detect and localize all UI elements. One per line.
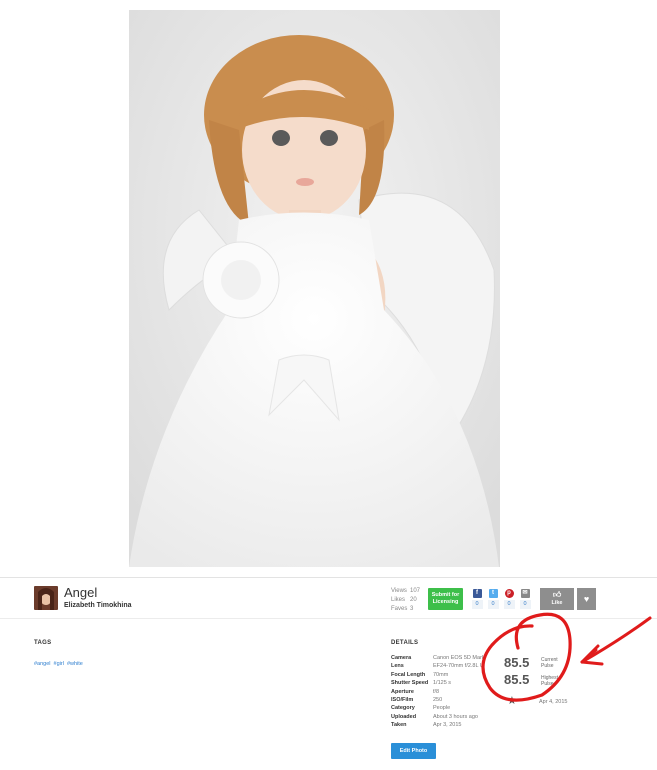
highest-pulse-value: 85.5 — [504, 672, 530, 687]
email-count: 0 — [519, 600, 531, 609]
detail-key: Lens — [391, 663, 404, 670]
current-pulse-value: 85.5 — [504, 655, 530, 670]
tag-link[interactable]: #angel — [34, 661, 51, 667]
divider — [0, 618, 657, 619]
submit-label-line1: Submit for — [431, 592, 460, 598]
detail-key: Uploaded — [391, 713, 417, 720]
faves-count: 3 — [410, 606, 414, 612]
pinterest-icon: p — [504, 589, 514, 598]
tag-link[interactable]: #girl — [54, 661, 64, 667]
detail-row: ISO/Film 250 — [391, 696, 485, 704]
share-email-button[interactable]: ✉ 0 — [519, 589, 531, 609]
likes-label: Likes — [391, 597, 406, 603]
highest-pulse-label-line2: Pulse — [541, 681, 554, 687]
detail-key: Taken — [391, 722, 407, 729]
detail-value: f/8 — [433, 688, 440, 695]
edit-photo-button[interactable]: Edit Photo — [391, 743, 436, 759]
twitter-count: 0 — [487, 600, 499, 609]
detail-value: Apr 3, 2015 — [433, 722, 462, 729]
tag-link[interactable]: #white — [67, 661, 83, 667]
detail-value: Canon EOS 5D Mark — [433, 655, 485, 661]
favorite-button[interactable]: ♥ — [577, 588, 596, 610]
main-photo[interactable] — [129, 10, 500, 567]
views-label: Views — [391, 588, 407, 594]
star-icon: ★ — [507, 695, 517, 707]
details-heading: DETAILS — [391, 640, 419, 646]
detail-value: 250 — [433, 697, 443, 704]
red-circle-arrow-annotation — [481, 612, 652, 702]
detail-row: Taken Apr 3, 2015 — [391, 721, 485, 729]
faves-label: Faves — [391, 606, 408, 612]
submit-label-line2: Licensing — [432, 599, 459, 605]
like-label: Like — [551, 600, 563, 606]
detail-row: Camera Canon EOS 5D Mark — [391, 654, 485, 662]
views-count: 107 — [410, 588, 421, 594]
tags-heading: TAGS — [34, 640, 52, 646]
likes-count: 20 — [410, 597, 417, 603]
detail-key: Camera — [391, 655, 412, 661]
submit-for-licensing-button[interactable]: Submit for Licensing — [428, 588, 463, 610]
detail-value: 70mm — [433, 671, 449, 678]
email-icon: ✉ — [520, 589, 530, 598]
highest-pulse-label: Highest Pulse — [541, 675, 558, 687]
pinterest-count: 0 — [503, 600, 515, 609]
author-avatar[interactable] — [34, 586, 58, 610]
detail-row: Uploaded About 3 hours ago — [391, 713, 485, 721]
facebook-icon: f — [472, 589, 482, 598]
author-name-link[interactable]: Elizabeth Timokhina — [64, 602, 132, 609]
thumbs-up-icon: 👍︎ — [552, 590, 562, 599]
share-twitter-button[interactable]: t 0 — [487, 589, 499, 609]
tag-list: #angel #girl #white — [34, 661, 83, 667]
detail-key: ISO/Film — [391, 697, 414, 704]
pulse-date: Apr 4, 2015 — [539, 699, 568, 705]
share-facebook-button[interactable]: f 0 — [471, 589, 483, 609]
detail-key: Category — [391, 705, 415, 712]
like-button[interactable]: 👍︎ Like — [540, 588, 574, 610]
detail-key: Focal Length — [391, 671, 426, 678]
current-pulse-label: Current Pulse — [541, 657, 558, 669]
detail-row: Lens EF24-70mm f/2.8L U — [391, 662, 485, 670]
detail-row: Category People — [391, 704, 485, 712]
detail-value: EF24-70mm f/2.8L U — [433, 663, 484, 670]
detail-key: Aperture — [391, 688, 414, 695]
photo-stats: Views 107 Likes 20 Faves 3 — [391, 587, 420, 614]
detail-key: Shutter Speed — [391, 680, 429, 687]
twitter-icon: t — [488, 589, 498, 598]
details-list: Camera Canon EOS 5D Mark Lens EF24-70mm f/… — [391, 654, 485, 730]
heart-icon: ♥ — [583, 594, 590, 604]
detail-row: Aperture f/8 — [391, 688, 485, 696]
detail-value: About 3 hours ago — [433, 713, 478, 720]
photo-title: Angel — [64, 585, 98, 600]
current-pulse-label-line2: Pulse — [541, 663, 554, 669]
divider — [0, 577, 657, 578]
detail-row: Focal Length 70mm — [391, 671, 485, 679]
detail-category-link[interactable]: People — [433, 704, 450, 712]
detail-value: 1/125 s — [433, 680, 452, 687]
detail-row: Shutter Speed 1/125 s — [391, 679, 485, 687]
facebook-count: 0 — [471, 600, 483, 609]
share-pinterest-button[interactable]: p 0 — [503, 589, 515, 609]
